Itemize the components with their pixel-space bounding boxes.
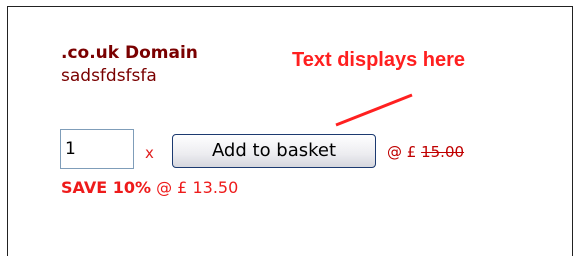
quantity-input[interactable]	[60, 129, 134, 169]
discounted-price: 13.50	[192, 178, 239, 197]
price-prefix: @ £	[387, 143, 417, 161]
add-to-basket-button[interactable]: Add to basket	[172, 134, 376, 168]
discount-line: SAVE 10% @ £ 13.50	[61, 178, 238, 197]
original-price-line: @ £ 15.00	[387, 143, 464, 161]
annotation-label: Text displays here	[292, 49, 466, 71]
old-price: 15.00	[421, 143, 465, 161]
product-description: sadsfdsfsfa	[61, 66, 157, 86]
product-title: .co.uk Domain	[61, 43, 198, 63]
save-label: SAVE 10%	[61, 178, 151, 197]
times-symbol: x	[145, 144, 154, 162]
discount-price-prefix: @ £	[156, 178, 188, 197]
